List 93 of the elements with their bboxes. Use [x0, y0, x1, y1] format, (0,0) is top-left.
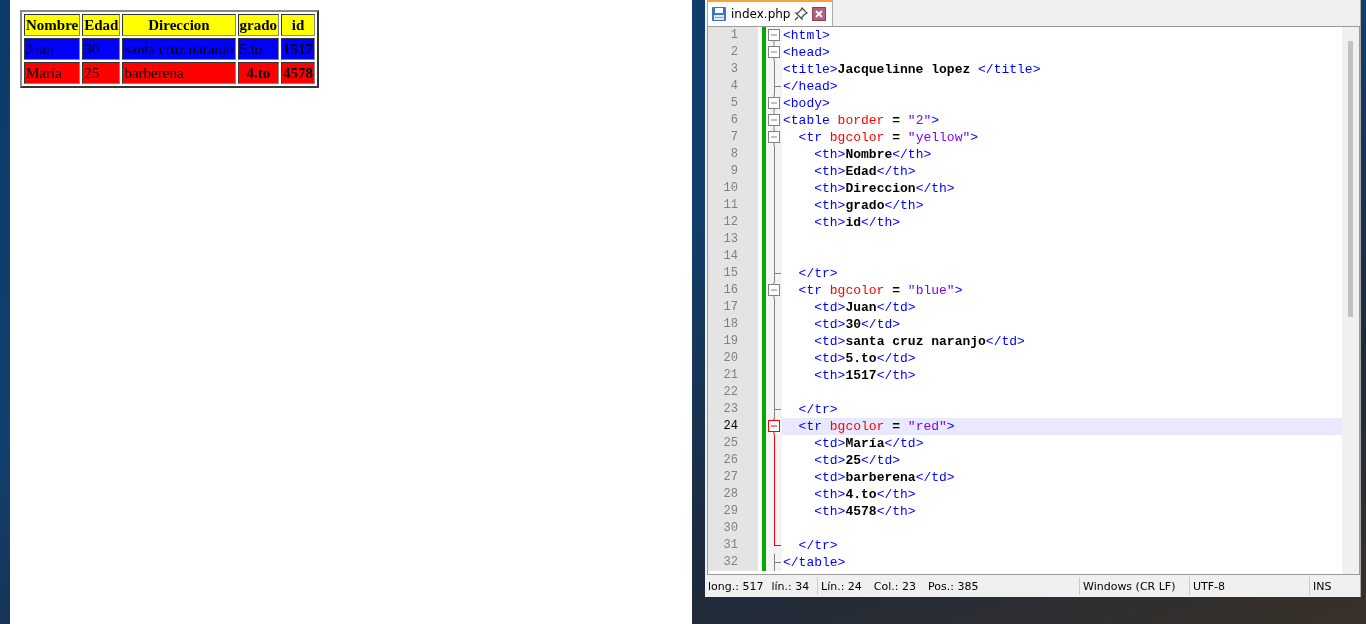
line-number: 2	[708, 44, 758, 61]
code-line: <td>santa cruz naranjo</td>	[813, 333, 1026, 350]
line-number: 19	[708, 333, 758, 350]
line-number: 4	[708, 78, 758, 95]
line-number: 13	[708, 231, 758, 248]
line-number: 24	[708, 418, 758, 435]
code-line: <th>Direccion</th>	[813, 180, 956, 197]
line-number: 27	[708, 469, 758, 486]
line-number: 29	[708, 503, 758, 520]
code-line: <th>4578</th>	[813, 503, 917, 520]
code-line: <td>25</td>	[813, 452, 902, 469]
line-number: 10	[708, 180, 758, 197]
line-number: 12	[708, 214, 758, 231]
fold-toggle-icon[interactable]	[766, 112, 782, 129]
line-number: 23	[708, 401, 758, 418]
table-cell: María	[24, 62, 81, 84]
line-number: 32	[708, 554, 758, 571]
encoding-status: UTF-8	[1193, 579, 1226, 593]
code-line: <th>grado</th>	[813, 197, 925, 214]
table-cell: 5.to	[237, 38, 280, 60]
status-text: long.: 517	[708, 579, 764, 593]
line-number: 20	[708, 350, 758, 367]
insert-mode-status: INS	[1313, 579, 1332, 593]
line-number: 30	[708, 520, 758, 537]
table-cell: 1517	[281, 38, 316, 60]
line-number: 3	[708, 61, 758, 78]
code-line: <td>30</td>	[813, 316, 902, 333]
fold-toggle-icon[interactable]	[766, 129, 782, 146]
code-line: </head>	[782, 78, 839, 95]
line-number: 6	[708, 112, 758, 129]
code-line: <tr bgcolor = "yellow">	[797, 129, 980, 146]
table-cell: 25	[82, 62, 121, 84]
table-cell: santa cruz naranjo	[122, 38, 236, 60]
code-line: </tr>	[797, 401, 839, 418]
line-ending-status: Windows (CR LF)	[1083, 579, 1176, 593]
line-number: 31	[708, 537, 758, 554]
line-number: 14	[708, 248, 758, 265]
line-number: 21	[708, 367, 758, 384]
line-number: 18	[708, 316, 758, 333]
code-line: <body>	[782, 95, 831, 112]
code-line: <head>	[782, 44, 831, 61]
pin-icon[interactable]	[794, 7, 809, 21]
code-line: <td>barberena</td>	[813, 469, 956, 486]
line-number: 28	[708, 486, 758, 503]
header-cell: Direccion	[122, 14, 236, 36]
line-number: 7	[708, 129, 758, 146]
status-text: Col.: 23	[873, 579, 917, 593]
code-line: <th>Nombre</th>	[813, 146, 933, 163]
fold-toggle-icon[interactable]	[766, 282, 782, 299]
code-line: <table border = "2">	[782, 112, 941, 129]
line-number: 15	[708, 265, 758, 282]
line-number: 22	[708, 384, 758, 401]
line-number: 9	[708, 163, 758, 180]
fold-toggle-icon[interactable]	[766, 418, 782, 435]
header-cell: Edad	[82, 14, 121, 36]
code-line: <tr bgcolor = "blue">	[797, 282, 964, 299]
header-cell: Nombre	[24, 14, 81, 36]
line-number: 25	[708, 435, 758, 452]
file-tab[interactable]: index.php	[707, 0, 834, 26]
code-line: <td>María</td>	[813, 435, 925, 452]
header-cell: grado	[237, 14, 280, 36]
line-number: 17	[708, 299, 758, 316]
code-line: <td>5.to</td>	[813, 350, 917, 367]
table-cell: 30	[82, 38, 121, 60]
code-line: <td>Juan</td>	[813, 299, 917, 316]
fold-toggle-icon[interactable]	[766, 27, 782, 44]
line-number: 5	[708, 95, 758, 112]
line-number: 16	[708, 282, 758, 299]
code-line: <th>Edad</th>	[813, 163, 917, 180]
status-text: lín.: 34	[771, 579, 810, 593]
code-line: <th>1517</th>	[813, 367, 917, 384]
code-line: <th>id</th>	[813, 214, 902, 231]
table-cell: 4578	[281, 62, 316, 84]
code-line: <html>	[782, 27, 831, 44]
line-number: 8	[708, 146, 758, 163]
code-line: <title>Jacquelinne lopez </title>	[782, 61, 1042, 78]
table-cell: 4.to	[237, 62, 280, 84]
close-icon[interactable]	[812, 7, 827, 21]
code-line: <th>4.to</th>	[813, 486, 917, 503]
table-cell: barberena	[122, 62, 236, 84]
status-text: Lín.: 24	[821, 579, 862, 593]
status-text: Pos.: 385	[928, 579, 979, 593]
line-number: 1	[708, 27, 758, 44]
vertical-scrollbar[interactable]	[1342, 27, 1359, 574]
code-line: </tr>	[797, 537, 839, 554]
fold-toggle-icon[interactable]	[766, 95, 782, 112]
line-number: 26	[708, 452, 758, 469]
header-cell: id	[281, 14, 316, 36]
code-line: </table>	[782, 554, 847, 571]
table-cell: Juan	[24, 38, 81, 60]
fold-toggle-icon[interactable]	[766, 44, 782, 61]
line-number: 11	[708, 197, 758, 214]
code-line: </tr>	[797, 265, 839, 282]
